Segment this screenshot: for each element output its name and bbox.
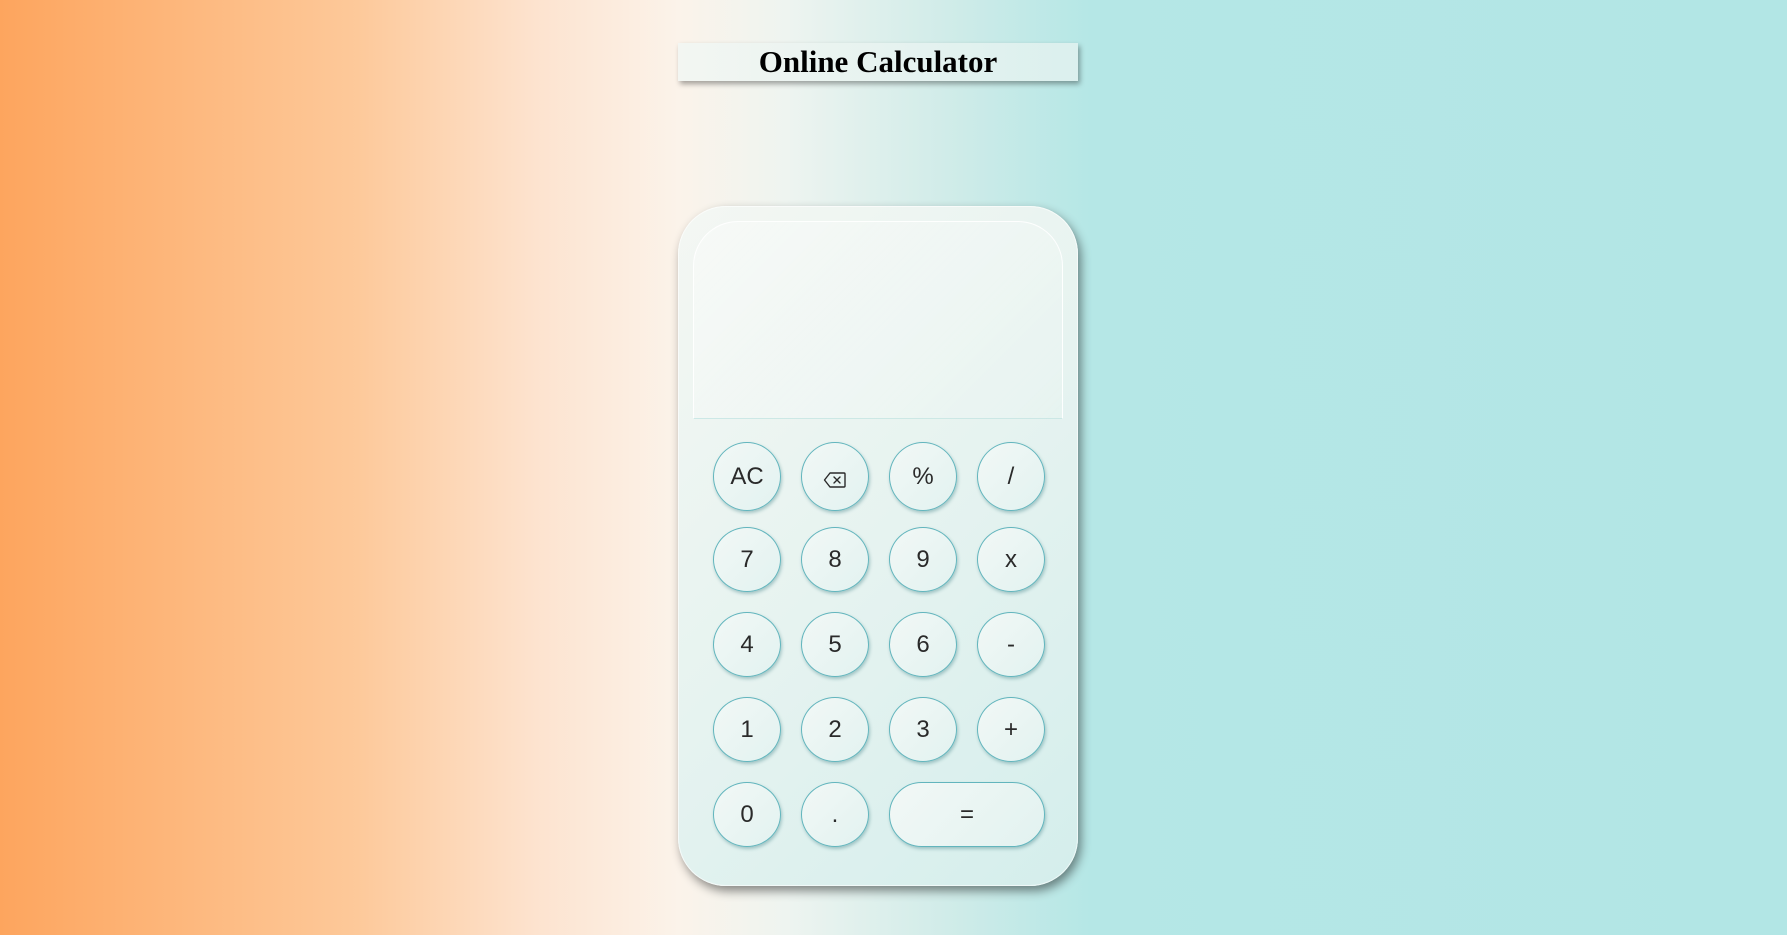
digit-4-button[interactable]: 4 <box>713 612 781 677</box>
calculator-display <box>693 221 1063 419</box>
digit-0-button[interactable]: 0 <box>713 782 781 847</box>
title-bar: Online Calculator <box>678 43 1078 81</box>
digit-5-button[interactable]: 5 <box>801 612 869 677</box>
keypad: AC % / 7 8 9 x 4 5 6 - 1 2 3 + 0 . = <box>713 442 1045 847</box>
divide-button[interactable]: / <box>977 442 1045 511</box>
multiply-button[interactable]: x <box>977 527 1045 592</box>
decimal-button[interactable]: . <box>801 782 869 847</box>
calculator: AC % / 7 8 9 x 4 5 6 - 1 2 3 + 0 . = <box>678 206 1078 886</box>
digit-7-button[interactable]: 7 <box>713 527 781 592</box>
add-button[interactable]: + <box>977 697 1045 762</box>
digit-2-button[interactable]: 2 <box>801 697 869 762</box>
digit-8-button[interactable]: 8 <box>801 527 869 592</box>
digit-9-button[interactable]: 9 <box>889 527 957 592</box>
equals-button[interactable]: = <box>889 782 1045 847</box>
percent-button[interactable]: % <box>889 442 957 511</box>
digit-1-button[interactable]: 1 <box>713 697 781 762</box>
subtract-button[interactable]: - <box>977 612 1045 677</box>
backspace-button[interactable] <box>801 442 869 511</box>
backspace-icon <box>823 468 847 488</box>
digit-6-button[interactable]: 6 <box>889 612 957 677</box>
digit-3-button[interactable]: 3 <box>889 697 957 762</box>
page-title: Online Calculator <box>758 44 998 79</box>
clear-button[interactable]: AC <box>713 442 781 511</box>
